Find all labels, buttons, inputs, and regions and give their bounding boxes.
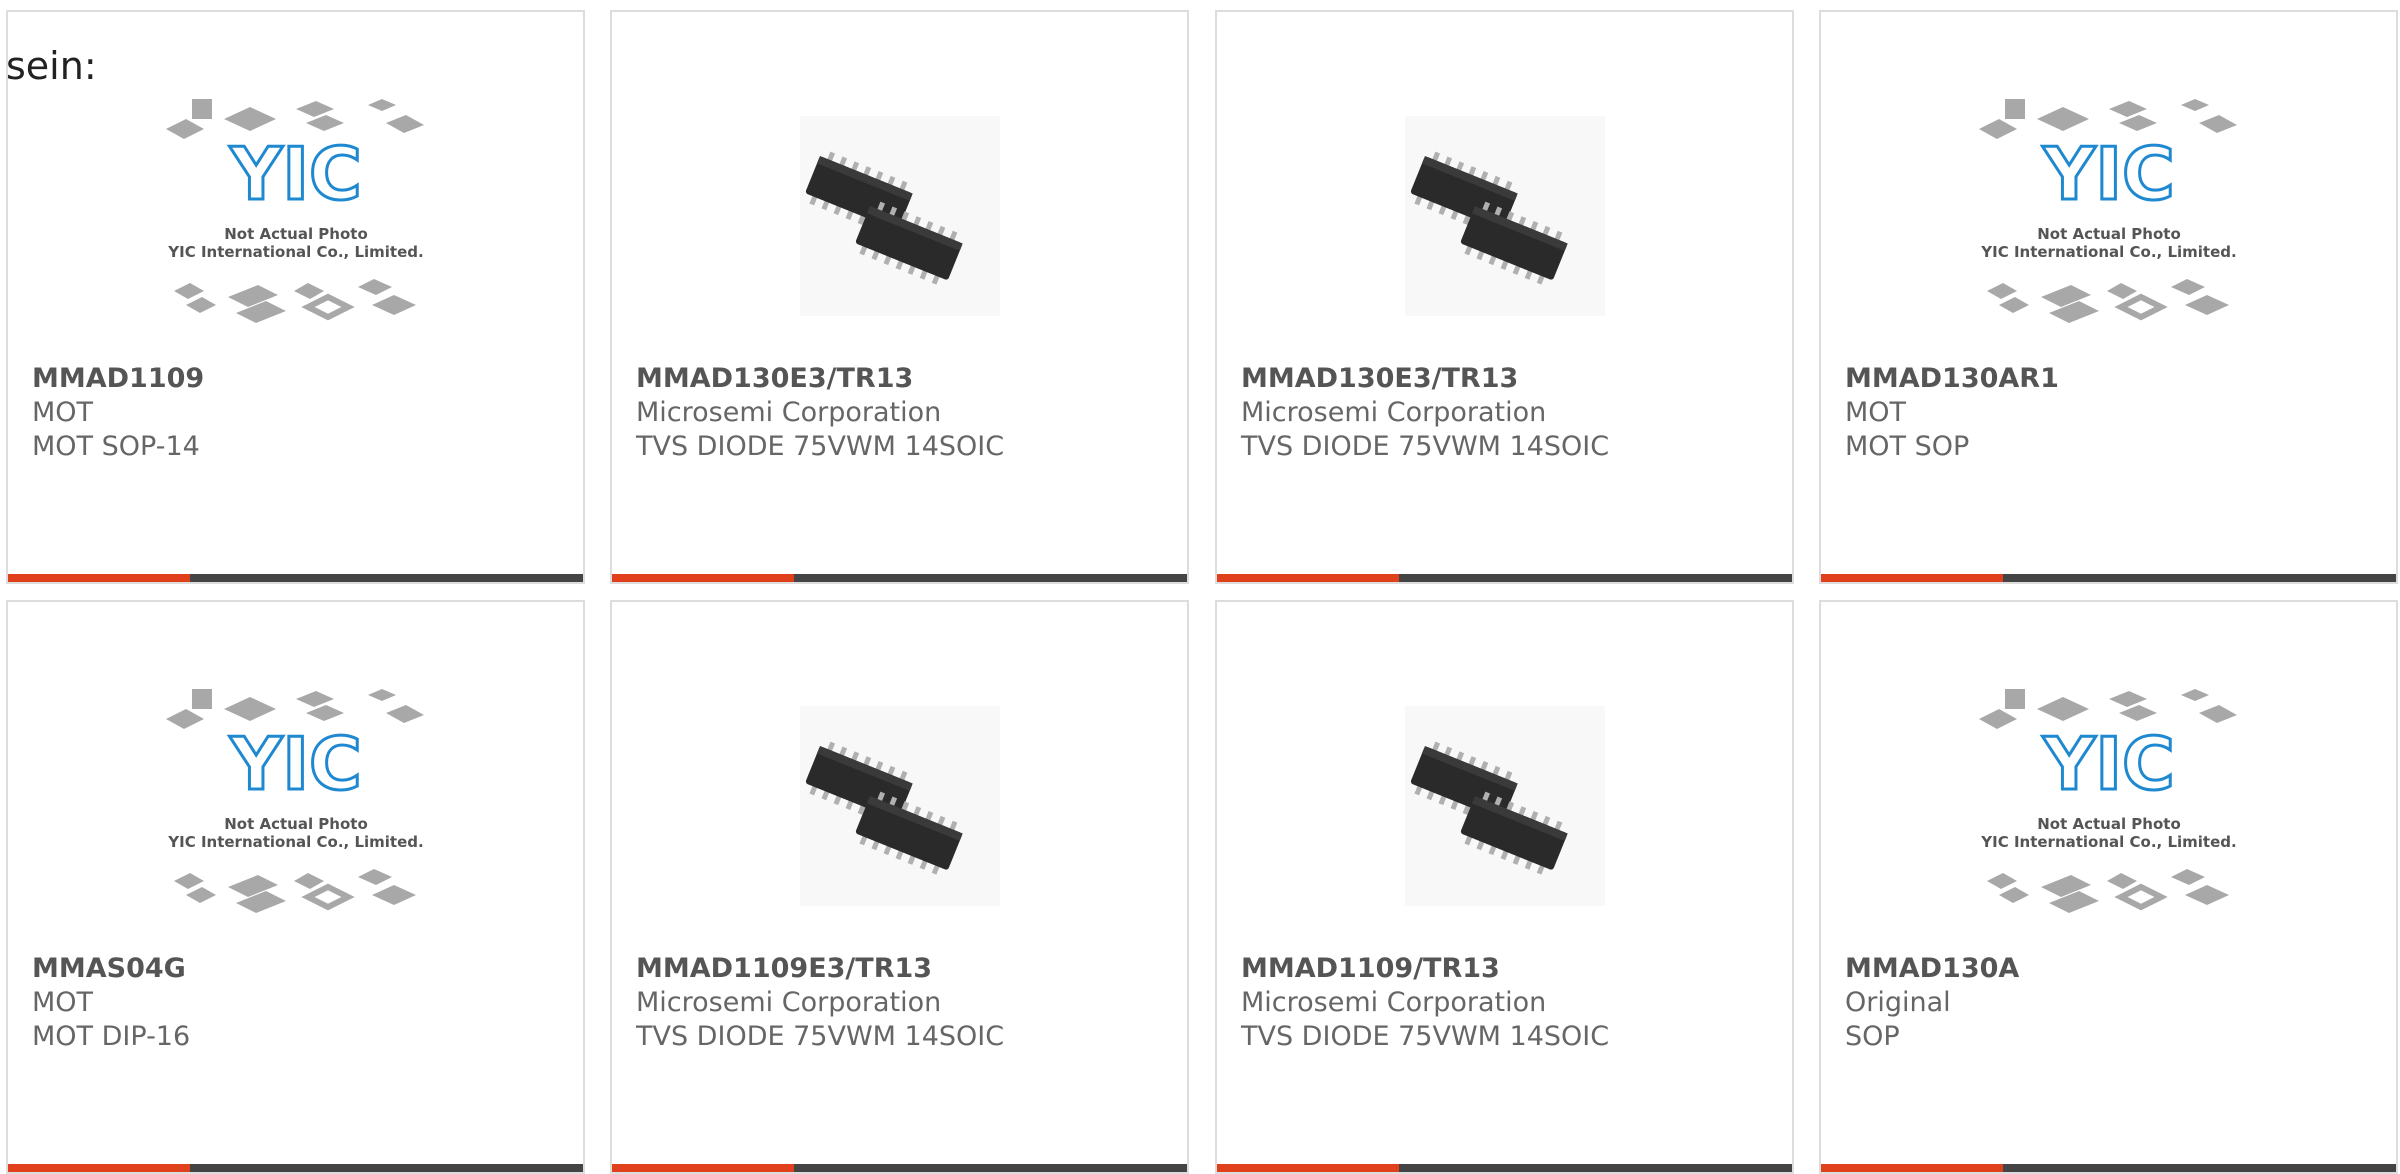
placeholder-image: YIC Not Actual PhotoYIC International Co.… bbox=[165, 99, 424, 323]
product-description: SOP bbox=[1845, 1021, 1900, 1052]
product-description: TVS DIODE 75VWM 14SOIC bbox=[636, 431, 1005, 462]
placeholder-image: YIC Not Actual PhotoYIC International Co.… bbox=[1978, 689, 2237, 913]
product-grid: YIC Not Actual Photo YIC International Co.… bbox=[0, 0, 2400, 1174]
card-bottom-bar bbox=[612, 1164, 1187, 1172]
placeholder-line1: Not Actual Photo bbox=[2037, 225, 2181, 243]
product-placeholder-image[interactable]: YIC Not Actual Photo YIC International Co.… bbox=[8, 78, 583, 354]
card-accent-bar bbox=[1217, 1164, 1399, 1172]
product-manufacturer: MOT bbox=[1845, 397, 1907, 428]
placeholder-line2: YIC International Co., Limited. bbox=[167, 833, 423, 851]
product-part-number[interactable]: MMAS04G bbox=[32, 952, 186, 986]
svg-text:YIC: YIC bbox=[2042, 132, 2175, 216]
product-chip-image[interactable] bbox=[1217, 668, 1792, 944]
card-bottom-bar bbox=[1821, 574, 2396, 582]
product-manufacturer: MOT bbox=[32, 397, 94, 428]
placeholder-line1: Not Actual Photo bbox=[224, 815, 368, 833]
soic-chip-image bbox=[799, 116, 1000, 316]
product-placeholder-image[interactable]: YIC Not Actual Photo YIC International Co.… bbox=[8, 668, 583, 944]
product-manufacturer: Microsemi Corporation bbox=[636, 397, 942, 428]
product-part-number[interactable]: MMAD1109E3/TR13 bbox=[636, 952, 932, 986]
product-part-number[interactable]: MMAD130AR1 bbox=[1845, 362, 2059, 396]
product-placeholder-image[interactable]: YIC Not Actual Photo YIC International Co.… bbox=[1821, 78, 2396, 354]
product-description: TVS DIODE 75VWM 14SOIC bbox=[636, 1021, 1005, 1052]
card-accent-bar bbox=[8, 574, 190, 582]
product-chip-image[interactable] bbox=[612, 668, 1187, 944]
placeholder-line1: Not Actual Photo bbox=[224, 225, 368, 243]
product-description: MOT SOP-14 bbox=[32, 431, 200, 462]
card-bottom-bar bbox=[1821, 1164, 2396, 1172]
card-accent-bar bbox=[612, 1164, 794, 1172]
product-card[interactable]: YIC Not Actual Photo YIC International Co.… bbox=[6, 600, 585, 1174]
product-card[interactable]: MMAD130E3/TR13 Microsemi Corporation TVS D… bbox=[610, 10, 1189, 584]
svg-text:YIC: YIC bbox=[229, 722, 362, 806]
product-card[interactable]: MMAD130E3/TR13 Microsemi Corporation TVS D… bbox=[1215, 10, 1794, 584]
product-manufacturer: Original bbox=[1845, 987, 1951, 1018]
card-accent-bar bbox=[1217, 574, 1399, 582]
card-bottom-bar bbox=[8, 1164, 583, 1172]
product-part-number[interactable]: MMAD1109/TR13 bbox=[1241, 952, 1500, 986]
product-description: MOT SOP bbox=[1845, 431, 1970, 462]
card-accent-bar bbox=[1821, 1164, 2003, 1172]
card-bottom-bar bbox=[1217, 574, 1792, 582]
svg-text:YIC: YIC bbox=[229, 132, 362, 216]
product-description: MOT DIP-16 bbox=[32, 1021, 191, 1052]
placeholder-line2: YIC International Co., Limited. bbox=[1980, 243, 2236, 261]
placeholder-line2: YIC International Co., Limited. bbox=[167, 243, 423, 261]
product-card[interactable]: YIC Not Actual Photo YIC International Co.… bbox=[6, 10, 585, 584]
card-bottom-bar bbox=[612, 574, 1187, 582]
product-manufacturer: Microsemi Corporation bbox=[636, 987, 942, 1018]
soic-chip-image bbox=[799, 706, 1000, 906]
product-part-number[interactable]: MMAD130E3/TR13 bbox=[636, 362, 913, 396]
card-bottom-bar bbox=[8, 574, 583, 582]
product-card[interactable]: MMAD1109E3/TR13 Microsemi Corporation TVS … bbox=[610, 600, 1189, 1174]
card-bottom-bar bbox=[1217, 1164, 1792, 1172]
product-manufacturer: Microsemi Corporation bbox=[1241, 397, 1547, 428]
placeholder-line1: Not Actual Photo bbox=[2037, 815, 2181, 833]
intro-text: sein: bbox=[6, 44, 97, 88]
product-placeholder-image[interactable]: YIC Not Actual Photo YIC International Co.… bbox=[1821, 668, 2396, 944]
product-manufacturer: MOT bbox=[32, 987, 94, 1018]
soic-chip-image bbox=[1404, 706, 1605, 906]
card-accent-bar bbox=[1821, 574, 2003, 582]
svg-text:YIC: YIC bbox=[2042, 722, 2175, 806]
product-chip-image[interactable] bbox=[612, 78, 1187, 354]
product-card[interactable]: YIC Not Actual Photo YIC International Co.… bbox=[1819, 10, 2398, 584]
placeholder-image: YIC Not Actual PhotoYIC International Co.… bbox=[165, 689, 424, 913]
card-accent-bar bbox=[612, 574, 794, 582]
placeholder-line2: YIC International Co., Limited. bbox=[1980, 833, 2236, 851]
product-manufacturer: Microsemi Corporation bbox=[1241, 987, 1547, 1018]
product-card[interactable]: YIC Not Actual Photo YIC International Co.… bbox=[1819, 600, 2398, 1174]
product-part-number[interactable]: MMAD1109 bbox=[32, 362, 204, 396]
card-accent-bar bbox=[8, 1164, 190, 1172]
product-part-number[interactable]: MMAD130E3/TR13 bbox=[1241, 362, 1518, 396]
product-description: TVS DIODE 75VWM 14SOIC bbox=[1241, 1021, 1610, 1052]
soic-chip-image bbox=[1404, 116, 1605, 316]
product-description: TVS DIODE 75VWM 14SOIC bbox=[1241, 431, 1610, 462]
product-card[interactable]: MMAD1109/TR13 Microsemi Corporation TVS DI… bbox=[1215, 600, 1794, 1174]
product-chip-image[interactable] bbox=[1217, 78, 1792, 354]
placeholder-image: YIC Not Actual PhotoYIC International Co.… bbox=[1978, 99, 2237, 323]
product-part-number[interactable]: MMAD130A bbox=[1845, 952, 2019, 986]
